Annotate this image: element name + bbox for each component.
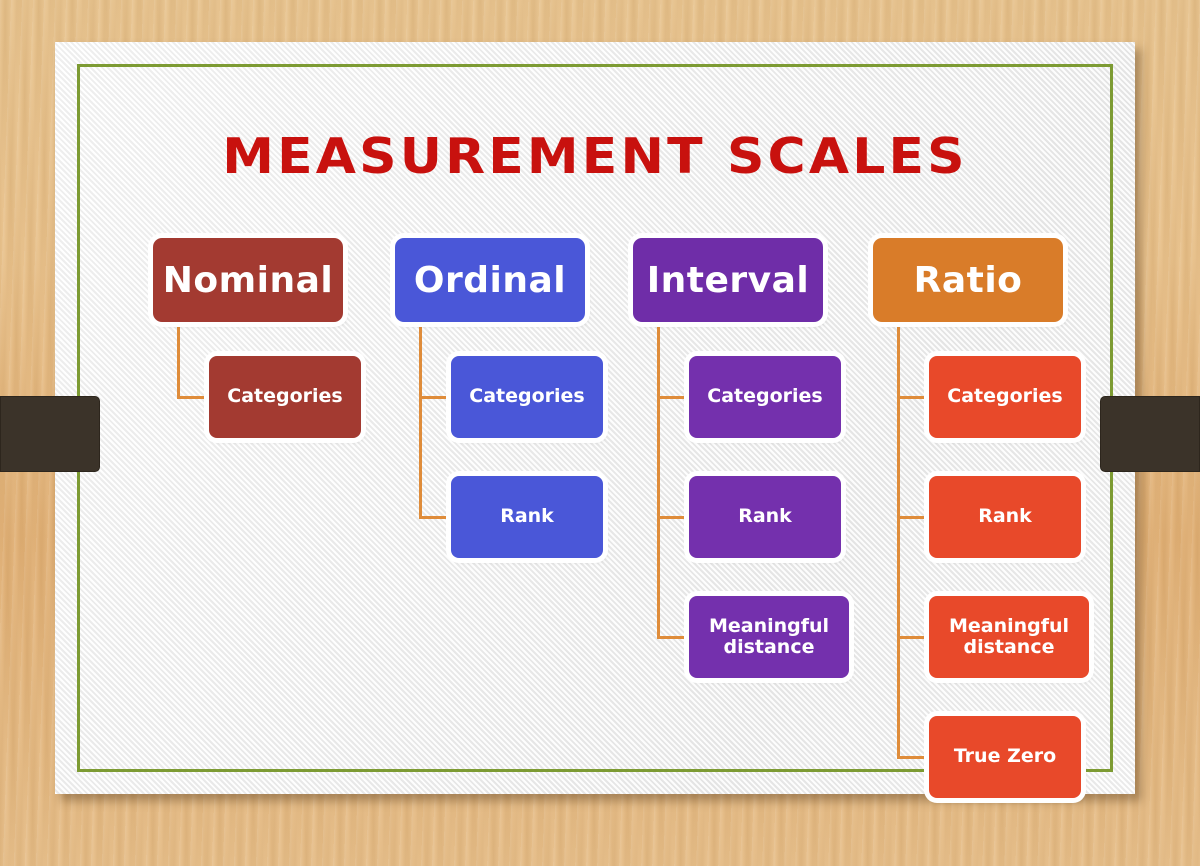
child-row: Meaningful distance (873, 596, 1118, 678)
slide-canvas: MEASUREMENT SCALES Nominal Categories Ordi… (55, 42, 1135, 798)
child-row: Rank (395, 476, 640, 558)
column-header-ratio[interactable]: Ratio (873, 238, 1063, 322)
child-node-label: Categories (227, 385, 343, 408)
diagram-column-ordinal: Ordinal Categories Rank (395, 238, 640, 558)
child-row: True Zero (873, 716, 1118, 798)
child-node-meaningful-distance[interactable]: Meaningful distance (689, 596, 849, 678)
child-node-true-zero[interactable]: True Zero (929, 716, 1081, 798)
child-row: Categories (633, 356, 878, 438)
child-row: Rank (633, 476, 878, 558)
child-node-label: Rank (738, 505, 792, 528)
child-node-label: Categories (947, 385, 1063, 408)
child-node-label: Rank (978, 505, 1032, 528)
child-node-rank[interactable]: Rank (929, 476, 1081, 558)
column-header-nominal[interactable]: Nominal (153, 238, 343, 322)
child-row: Categories (153, 356, 398, 438)
child-node-categories[interactable]: Categories (451, 356, 603, 438)
child-node-rank[interactable]: Rank (451, 476, 603, 558)
connector-stub (897, 756, 933, 759)
column-header-label: Ordinal (413, 259, 567, 301)
connector-stub (419, 516, 455, 519)
column-header-interval[interactable]: Interval (633, 238, 823, 322)
child-row: Rank (873, 476, 1118, 558)
child-node-rank[interactable]: Rank (689, 476, 841, 558)
child-row: Categories (873, 356, 1118, 438)
page-title: MEASUREMENT SCALES (222, 128, 968, 185)
connector-stub (657, 636, 693, 639)
connector-stub (897, 396, 933, 399)
child-node-label: Meaningful distance (708, 614, 830, 658)
connector-stub (657, 516, 693, 519)
connector-stub (177, 396, 213, 399)
child-node-label: True Zero (953, 745, 1057, 768)
child-node-label: Categories (469, 385, 585, 408)
connector-stub (419, 396, 455, 399)
child-node-label: Rank (500, 505, 554, 528)
diagram-column-ratio: Ratio Categories Rank Meaningful distance Tru… (873, 238, 1118, 798)
child-row: Categories (395, 356, 640, 438)
child-node-meaningful-distance[interactable]: Meaningful distance (929, 596, 1089, 678)
child-node-label: Meaningful distance (948, 614, 1070, 658)
child-node-label: Categories (707, 385, 823, 408)
column-header-label: Interval (646, 259, 810, 301)
column-header-label: Nominal (162, 259, 334, 301)
diagram-column-interval: Interval Categories Rank Meaningful distance (633, 238, 878, 678)
column-header-ordinal[interactable]: Ordinal (395, 238, 585, 322)
connector-stub (657, 396, 693, 399)
child-node-categories[interactable]: Categories (929, 356, 1081, 438)
child-row: Meaningful distance (633, 596, 878, 678)
child-node-categories[interactable]: Categories (209, 356, 361, 438)
child-node-categories[interactable]: Categories (689, 356, 841, 438)
clip-tab-left (0, 396, 100, 472)
column-header-label: Ratio (913, 259, 1023, 301)
connector-stub (897, 636, 933, 639)
connector-stub (897, 516, 933, 519)
diagram-column-nominal: Nominal Categories (153, 238, 398, 438)
diagram-columns: Nominal Categories Ordinal Categories Rank In… (55, 238, 1135, 818)
